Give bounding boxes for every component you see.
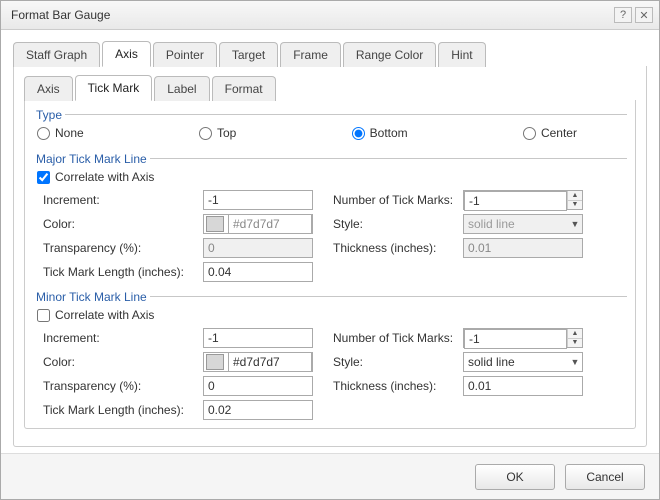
tab-pointer[interactable]: Pointer: [153, 42, 217, 67]
major-tick-group: Major Tick Mark Line Correlate with Axis…: [33, 152, 627, 282]
major-trans-label: Transparency (%):: [43, 241, 203, 255]
minor-numticks-input[interactable]: [464, 329, 567, 349]
spinner-arrows: ▲ ▼: [567, 329, 582, 347]
spinner-up-icon[interactable]: ▲: [568, 191, 582, 200]
axis-panel: Axis Tick Mark Label Format Type None: [13, 66, 647, 447]
radio-bottom[interactable]: Bottom: [352, 126, 408, 140]
color-swatch-icon: [206, 216, 224, 232]
spinner-down-icon[interactable]: ▼: [568, 200, 582, 210]
major-style-value: solid line: [468, 217, 568, 231]
major-correlate-label: Correlate with Axis: [55, 170, 154, 184]
tab-target[interactable]: Target: [219, 42, 278, 67]
tick-mark-panel: Type None Top Bottom: [24, 100, 636, 429]
minor-correlate-row: Correlate with Axis: [33, 305, 627, 328]
spinner-up-icon[interactable]: ▲: [568, 329, 582, 338]
minor-numticks-label: Number of Tick Marks:: [333, 331, 463, 345]
minor-style-label: Style:: [333, 355, 463, 369]
spinner-down-icon[interactable]: ▼: [568, 338, 582, 348]
minor-color-field[interactable]: [203, 352, 313, 372]
radio-center-input[interactable]: [523, 127, 536, 140]
format-bar-gauge-dialog: Format Bar Gauge ? ✕ Staff Graph Axis Po…: [0, 0, 660, 500]
minor-correlate-label: Correlate with Axis: [55, 308, 154, 322]
major-color-label: Color:: [43, 217, 203, 231]
radio-none-label: None: [55, 126, 84, 140]
tab-range-color[interactable]: Range Color: [343, 42, 436, 67]
radio-top[interactable]: Top: [199, 126, 236, 140]
major-increment-input[interactable]: [203, 190, 313, 210]
type-group: Type None Top Bottom: [33, 108, 627, 144]
radio-bottom-input[interactable]: [352, 127, 365, 140]
tab-frame[interactable]: Frame: [280, 42, 341, 67]
radio-top-input[interactable]: [199, 127, 212, 140]
minor-trans-input[interactable]: [203, 376, 313, 396]
subtab-tick-mark[interactable]: Tick Mark: [75, 75, 153, 101]
major-len-input[interactable]: [203, 262, 313, 282]
minor-color-label: Color:: [43, 355, 203, 369]
major-numticks-label: Number of Tick Marks:: [333, 193, 463, 207]
major-trans-input: [203, 238, 313, 258]
minor-style-select[interactable]: solid line ▼: [463, 352, 583, 372]
radio-none-input[interactable]: [37, 127, 50, 140]
subtab-label[interactable]: Label: [154, 76, 209, 101]
minor-thick-input[interactable]: [463, 376, 583, 396]
minor-legend: Minor Tick Mark Line: [33, 290, 150, 304]
tab-staff-graph[interactable]: Staff Graph: [13, 42, 100, 67]
tab-hint[interactable]: Hint: [438, 42, 485, 67]
minor-trans-label: Transparency (%):: [43, 379, 203, 393]
minor-fields: Increment: Number of Tick Marks: ▲ ▼ Col…: [33, 328, 627, 420]
minor-increment-label: Increment:: [43, 331, 203, 345]
major-style-select: solid line ▼: [463, 214, 583, 234]
color-swatch-icon: [206, 354, 224, 370]
major-correlate-checkbox[interactable]: [37, 171, 50, 184]
minor-len-label: Tick Mark Length (inches):: [43, 403, 203, 417]
help-icon[interactable]: ?: [614, 7, 632, 23]
major-legend: Major Tick Mark Line: [33, 152, 150, 166]
major-correlate-row: Correlate with Axis: [33, 167, 627, 190]
major-thick-input: [463, 238, 583, 258]
radio-center-label: Center: [541, 126, 577, 140]
minor-thick-label: Thickness (inches):: [333, 379, 463, 393]
major-color-field[interactable]: [203, 214, 313, 234]
spinner-arrows: ▲ ▼: [567, 191, 582, 209]
ok-button[interactable]: OK: [475, 464, 555, 490]
type-options: None Top Bottom Center: [33, 123, 627, 144]
major-fields: Increment: Number of Tick Marks: ▲ ▼ Col…: [33, 190, 627, 282]
radio-bottom-label: Bottom: [370, 126, 408, 140]
minor-len-input[interactable]: [203, 400, 313, 420]
dialog-body: Staff Graph Axis Pointer Target Frame Ra…: [1, 30, 659, 453]
close-icon[interactable]: ✕: [635, 7, 653, 23]
minor-correlate-checkbox[interactable]: [37, 309, 50, 322]
major-color-input: [228, 214, 312, 234]
major-increment-label: Increment:: [43, 193, 203, 207]
radio-top-label: Top: [217, 126, 236, 140]
minor-increment-input[interactable]: [203, 328, 313, 348]
dialog-titlebar: Format Bar Gauge ? ✕: [1, 1, 659, 30]
major-numticks-spinner[interactable]: ▲ ▼: [463, 190, 583, 210]
minor-numticks-spinner[interactable]: ▲ ▼: [463, 328, 583, 348]
cancel-button[interactable]: Cancel: [565, 464, 645, 490]
chevron-down-icon: ▼: [568, 219, 582, 229]
minor-color-input[interactable]: [228, 352, 312, 372]
major-numticks-input[interactable]: [464, 191, 567, 211]
radio-none[interactable]: None: [37, 126, 84, 140]
sub-tabs: Axis Tick Mark Label Format: [24, 76, 636, 100]
dialog-title: Format Bar Gauge: [11, 8, 611, 22]
major-style-label: Style:: [333, 217, 463, 231]
primary-tabs: Staff Graph Axis Pointer Target Frame Ra…: [13, 40, 647, 66]
minor-style-value: solid line: [468, 355, 568, 369]
minor-tick-group: Minor Tick Mark Line Correlate with Axis…: [33, 290, 627, 420]
subtab-axis[interactable]: Axis: [24, 76, 73, 101]
chevron-down-icon: ▼: [568, 357, 582, 367]
major-len-label: Tick Mark Length (inches):: [43, 265, 203, 279]
major-thick-label: Thickness (inches):: [333, 241, 463, 255]
type-legend: Type: [33, 108, 65, 122]
dialog-footer: OK Cancel: [1, 453, 659, 499]
tab-axis[interactable]: Axis: [102, 41, 151, 67]
subtab-format[interactable]: Format: [212, 76, 276, 101]
radio-center[interactable]: Center: [523, 126, 577, 140]
